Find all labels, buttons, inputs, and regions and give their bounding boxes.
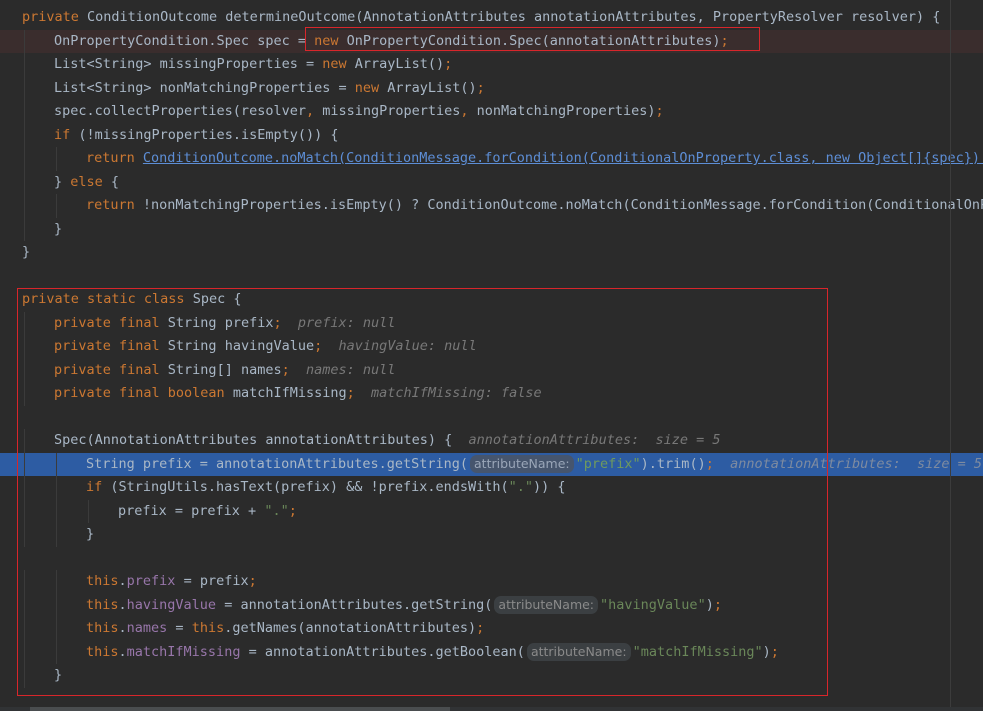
code-token: List<String> nonMatchingProperties =	[54, 79, 355, 96]
code-line[interactable]: return !nonMatchingProperties.isEmpty() …	[0, 194, 983, 218]
code-text: spec.collectProperties(resolver, missing…	[54, 100, 664, 124]
code-token: !nonMatchingProperties.isEmpty() ? Condi…	[142, 197, 983, 213]
keyword-token: new	[354, 79, 388, 96]
code-token: missingProperties	[322, 103, 461, 119]
code-token: nonMatchingProperties)	[476, 103, 656, 119]
code-token: List<String> missingProperties =	[54, 56, 323, 72]
scrollbar-thumb[interactable]	[30, 707, 450, 711]
code-text: }	[54, 218, 62, 242]
keyword-token: return	[86, 150, 143, 166]
code-token: }	[22, 244, 31, 260]
code-token: ArrayList()	[354, 56, 445, 72]
indent-guide	[24, 123, 25, 147]
keyword-token: new	[322, 56, 355, 72]
folded-code-link[interactable]: ConditionOutcome.noMatch(ConditionMessag…	[143, 150, 983, 166]
punctuation-token: ;	[444, 56, 453, 72]
indent-guide	[56, 147, 57, 171]
code-line[interactable]: List<String> missingProperties = new Arr…	[0, 53, 983, 77]
punctuation-token: ;	[655, 103, 664, 119]
punctuation-token: ,	[305, 103, 323, 119]
keyword-token: private	[22, 9, 88, 25]
code-token: {	[110, 173, 120, 190]
punctuation-token: ,	[460, 103, 477, 119]
code-line[interactable]: spec.collectProperties(resolver, missing…	[0, 100, 983, 124]
indent-guide	[24, 29, 25, 53]
code-line[interactable]: return ConditionOutcome.noMatch(Conditio…	[0, 147, 983, 171]
code-token: OnPropertyCondition.Spec spec =	[54, 32, 315, 49]
code-token: ArrayList()	[387, 79, 477, 96]
indent-guide	[24, 147, 25, 171]
right-margin-guide	[950, 0, 951, 711]
code-line[interactable]: if (!missingProperties.isEmpty()) {	[0, 123, 983, 148]
code-token: }	[54, 173, 71, 190]
indent-guide	[24, 217, 25, 241]
code-token: (!missingProperties.isEmpty()) {	[78, 126, 339, 143]
code-token: spec.collectProperties(resolver	[54, 103, 306, 119]
indent-guide	[24, 76, 25, 100]
keyword-token: else	[70, 173, 111, 190]
code-text: return !nonMatchingProperties.isEmpty() …	[86, 194, 983, 218]
code-token: }	[54, 220, 63, 237]
punctuation-token: ;	[476, 79, 485, 96]
horizontal-scrollbar[interactable]	[0, 707, 983, 711]
indent-guide	[24, 170, 25, 194]
code-text: if (!missingProperties.isEmpty()) {	[54, 124, 338, 148]
indent-guide	[56, 194, 57, 218]
indent-guide	[24, 194, 25, 218]
code-line[interactable]: }	[0, 241, 983, 265]
code-line[interactable]	[0, 265, 983, 289]
indent-guide	[24, 100, 25, 124]
annotation-box-spec-instantiation	[305, 27, 760, 51]
code-text: }	[22, 241, 30, 265]
code-text: } else {	[54, 171, 119, 195]
code-token: ConditionOutcome determineOutcome(Annota…	[87, 9, 941, 25]
code-text: private ConditionOutcome determineOutcom…	[22, 6, 940, 30]
keyword-token: if	[54, 126, 79, 143]
code-text: List<String> nonMatchingProperties = new…	[54, 77, 485, 101]
code-line[interactable]: } else {	[0, 170, 983, 195]
code-editor[interactable]: private ConditionOutcome determineOutcom…	[0, 0, 983, 711]
indent-guide	[24, 53, 25, 77]
keyword-token: return	[86, 197, 143, 213]
code-line[interactable]: }	[0, 217, 983, 242]
annotation-box-spec-class	[17, 288, 828, 696]
code-text: List<String> missingProperties = new Arr…	[54, 53, 452, 77]
code-line[interactable]: private ConditionOutcome determineOutcom…	[0, 6, 983, 30]
code-text: return ConditionOutcome.noMatch(Conditio…	[86, 147, 983, 171]
code-line[interactable]: List<String> nonMatchingProperties = new…	[0, 76, 983, 101]
